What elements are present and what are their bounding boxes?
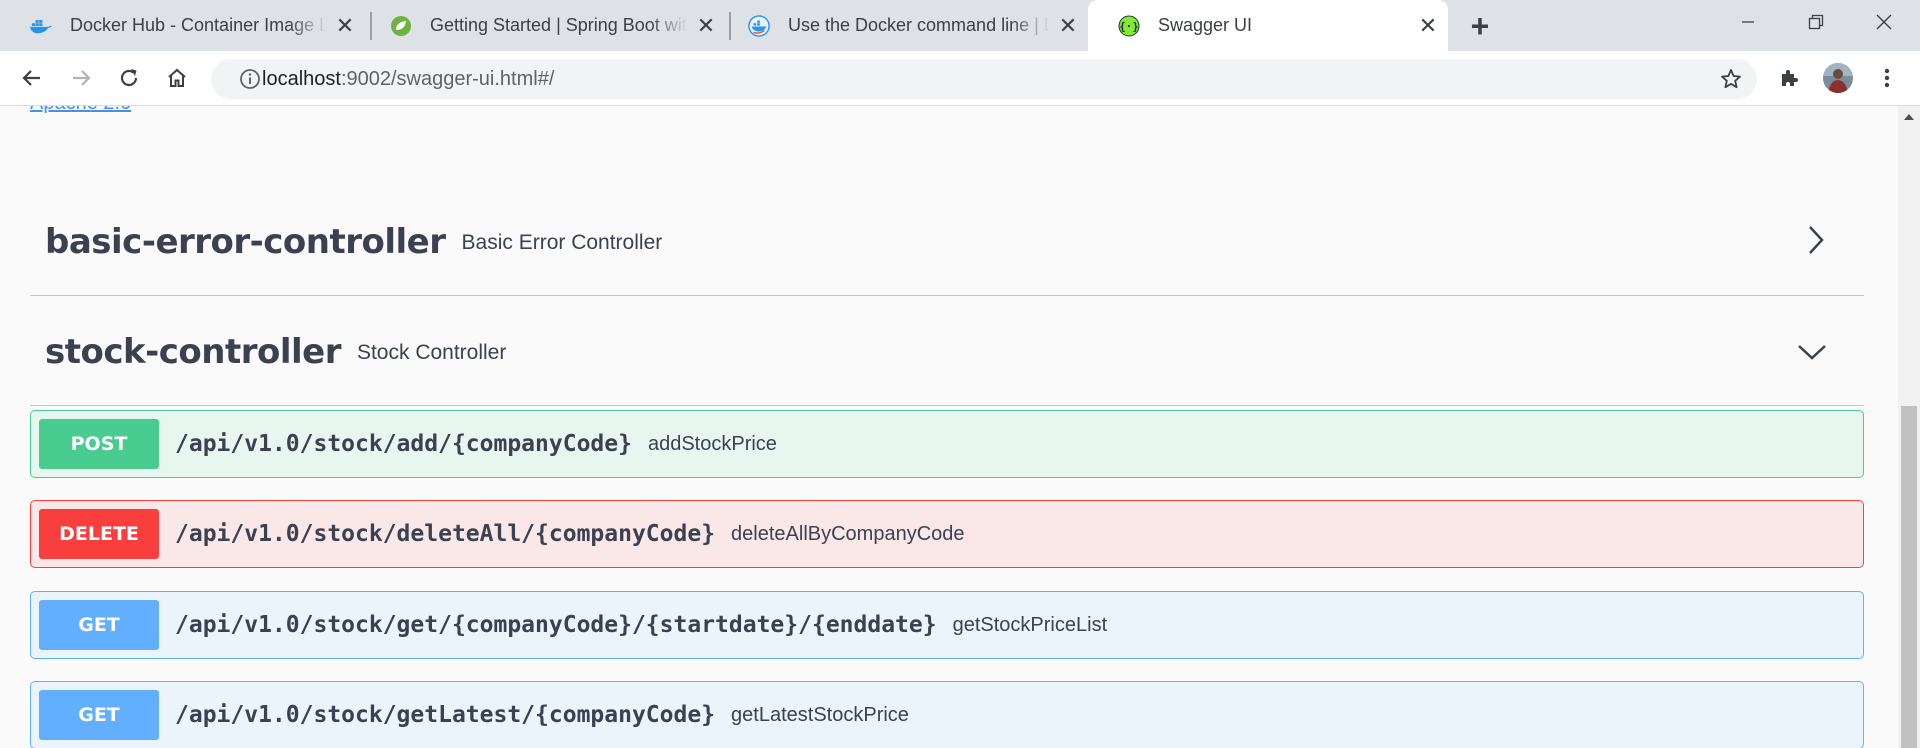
avatar-icon — [1823, 63, 1853, 93]
close-tab-icon[interactable]: ✕ — [1054, 12, 1082, 40]
operation-path: /api/v1.0/stock/get/{companyCode}/{start… — [175, 612, 937, 638]
svg-text:{·}: {·} — [1119, 20, 1139, 33]
home-icon — [168, 68, 186, 87]
swagger-page: Apache 2.0 basic-error-controller Basic … — [0, 106, 1898, 748]
tag-stock-controller[interactable]: stock-controller Stock Controller — [30, 298, 1864, 406]
forward-arrow-icon — [73, 70, 91, 86]
reload-icon — [120, 69, 138, 87]
scrollbar-thumb[interactable] — [1901, 406, 1917, 748]
browser-tab-swagger-ui[interactable]: {·} Swagger UI ✕ — [1088, 0, 1448, 51]
browser-toolbar: localhost:9002/swagger-ui.html#/ — [0, 51, 1920, 106]
chevron-right-icon[interactable] — [1806, 224, 1826, 261]
close-tab-icon[interactable]: ✕ — [1414, 12, 1442, 40]
operation-add-stock-price[interactable]: POST /api/v1.0/stock/add/{companyCode} a… — [30, 410, 1864, 478]
restore-button[interactable] — [1788, 0, 1844, 44]
docker-icon — [30, 15, 52, 37]
more-vert-icon — [1884, 68, 1890, 88]
browser-tab-spring-boot[interactable]: Getting Started | Spring Boot wit ✕ — [360, 0, 726, 51]
reload-button[interactable] — [112, 61, 146, 95]
browser-tab-docker-hub[interactable]: Docker Hub - Container Image Li ✕ — [0, 0, 365, 51]
tag-name: stock-controller — [45, 331, 341, 372]
method-badge-post: POST — [39, 419, 159, 469]
forward-button[interactable] — [64, 61, 98, 95]
close-tab-icon[interactable]: ✕ — [692, 12, 720, 40]
back-button[interactable] — [15, 61, 49, 95]
tab-strip: Docker Hub - Container Image Li ✕ Gettin… — [0, 0, 1920, 51]
swagger-icon: {·} — [1118, 15, 1140, 37]
tag-description: Basic Error Controller — [461, 230, 663, 254]
scroll-up-arrow-icon[interactable] — [1904, 114, 1914, 120]
tag-description: Stock Controller — [356, 340, 507, 364]
license-link[interactable]: Apache 2.0 — [30, 106, 131, 115]
operation-get-latest-stock-price[interactable]: GET /api/v1.0/stock/getLatest/{companyCo… — [30, 681, 1864, 748]
page-scrollbar[interactable] — [1898, 106, 1920, 748]
close-window-button[interactable] — [1856, 0, 1912, 44]
home-button[interactable] — [160, 61, 194, 95]
browser-tab-docker-docs[interactable]: Use the Docker command line | D ✕ — [718, 0, 1088, 51]
tab-title: Use the Docker command line | D — [788, 15, 1050, 35]
close-tab-icon[interactable]: ✕ — [331, 12, 359, 40]
url-host: localhost — [262, 68, 341, 90]
tab-title: Swagger UI — [1158, 15, 1253, 35]
tag-name: basic-error-controller — [45, 221, 446, 262]
method-badge-get: GET — [39, 690, 159, 740]
tab-title: Getting Started | Spring Boot wit — [430, 15, 687, 35]
spring-icon — [390, 15, 412, 37]
address-bar[interactable]: localhost:9002/swagger-ui.html#/ — [211, 59, 1757, 99]
operation-path: /api/v1.0/stock/getLatest/{companyCode} — [175, 702, 716, 728]
url-text: localhost:9002/swagger-ui.html#/ — [262, 59, 554, 99]
extensions-button[interactable] — [1773, 61, 1807, 95]
tag-basic-error-controller[interactable]: basic-error-controller Basic Error Contr… — [30, 188, 1864, 296]
chevron-down-icon[interactable] — [1796, 342, 1828, 367]
new-tab-button[interactable]: + — [1462, 8, 1498, 44]
tab-title: Docker Hub - Container Image Li — [70, 15, 327, 35]
operation-path: /api/v1.0/stock/deleteAll/{companyCode} — [175, 521, 716, 547]
info-icon[interactable] — [239, 68, 261, 95]
minimize-button[interactable] — [1720, 0, 1776, 44]
method-badge-get: GET — [39, 600, 159, 650]
operation-path: /api/v1.0/stock/add/{companyCode} — [175, 431, 632, 457]
operation-summary: getLatestStockPrice — [731, 703, 909, 726]
method-badge-delete: DELETE — [39, 509, 159, 559]
browser-menu-button[interactable] — [1870, 61, 1904, 95]
operation-get-stock-price-list[interactable]: GET /api/v1.0/stock/get/{companyCode}/{s… — [30, 591, 1864, 659]
bookmark-star-icon[interactable] — [1719, 67, 1743, 96]
operation-summary: getStockPriceList — [952, 613, 1108, 636]
url-path: :9002/swagger-ui.html#/ — [340, 68, 555, 90]
profile-avatar[interactable] — [1821, 61, 1855, 95]
operation-delete-all-by-company-code[interactable]: DELETE /api/v1.0/stock/deleteAll/{compan… — [30, 500, 1864, 568]
back-arrow-icon — [22, 70, 40, 86]
operation-summary: deleteAllByCompanyCode — [731, 522, 965, 545]
puzzle-icon — [1782, 70, 1798, 86]
docker-docs-icon — [748, 14, 770, 37]
operation-summary: addStockPrice — [647, 432, 777, 455]
